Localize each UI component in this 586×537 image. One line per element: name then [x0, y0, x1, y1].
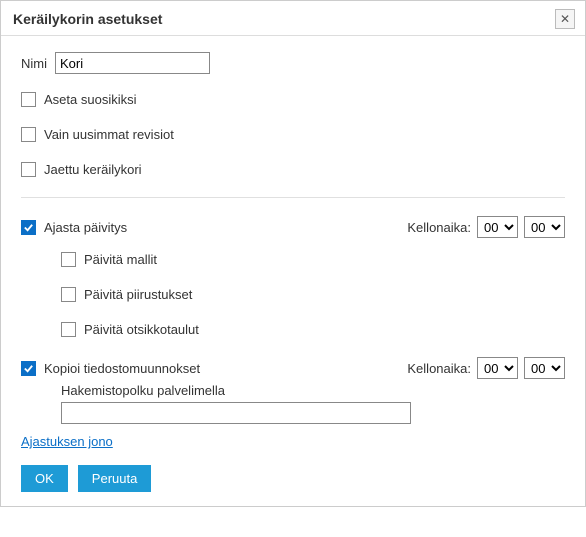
update-titleblocks-row: Päivitä otsikkotaulut [21, 322, 565, 337]
latest-revisions-row: Vain uusimmat revisiot [21, 127, 565, 142]
copy-conversions-time: Kellonaika: 00 00 [407, 357, 565, 379]
check-icon [23, 222, 34, 233]
button-row: OK Peruuta [21, 465, 565, 492]
settings-dialog: Keräilykorin asetukset ✕ Nimi Aseta suos… [0, 0, 586, 507]
schedule-update-row: Ajasta päivitys Kellonaika: 00 00 [21, 216, 565, 238]
update-templates-row: Päivitä mallit [21, 252, 565, 267]
divider [21, 197, 565, 198]
path-label-row: Hakemistopolku palvelimella [21, 383, 565, 398]
ok-button[interactable]: OK [21, 465, 68, 492]
schedule-update-time: Kellonaika: 00 00 [407, 216, 565, 238]
name-row: Nimi [21, 52, 565, 74]
titlebar: Keräilykorin asetukset ✕ [1, 1, 585, 36]
update-templates-label: Päivitä mallit [84, 252, 157, 267]
cancel-button[interactable]: Peruuta [78, 465, 152, 492]
dialog-content: Nimi Aseta suosikiksi Vain uusimmat revi… [1, 36, 585, 506]
update-drawings-checkbox[interactable] [61, 287, 76, 302]
dialog-title: Keräilykorin asetukset [13, 11, 162, 27]
queue-link-row: Ajastuksen jono [21, 434, 565, 449]
favorite-row: Aseta suosikiksi [21, 92, 565, 107]
schedule-hour-select[interactable]: 00 [477, 216, 518, 238]
update-titleblocks-checkbox[interactable] [61, 322, 76, 337]
time-label-1: Kellonaika: [407, 220, 471, 235]
time-label-2: Kellonaika: [407, 361, 471, 376]
schedule-minute-select[interactable]: 00 [524, 216, 565, 238]
favorite-checkbox[interactable] [21, 92, 36, 107]
update-drawings-row: Päivitä piirustukset [21, 287, 565, 302]
update-titleblocks-label: Päivitä otsikkotaulut [84, 322, 199, 337]
schedule-update-left: Ajasta päivitys [21, 220, 127, 235]
copy-conversions-row: Kopioi tiedostomuunnokset Kellonaika: 00… [21, 357, 565, 379]
favorite-label: Aseta suosikiksi [44, 92, 136, 107]
name-input[interactable] [55, 52, 210, 74]
shared-checkbox[interactable] [21, 162, 36, 177]
shared-label: Jaettu keräilykori [44, 162, 142, 177]
path-input-row [21, 402, 565, 424]
close-button[interactable]: ✕ [555, 9, 575, 29]
copy-conversions-checkbox[interactable] [21, 361, 36, 376]
schedule-update-checkbox[interactable] [21, 220, 36, 235]
copy-hour-select[interactable]: 00 [477, 357, 518, 379]
path-input[interactable] [61, 402, 411, 424]
name-label: Nimi [21, 56, 55, 71]
shared-row: Jaettu keräilykori [21, 162, 565, 177]
latest-revisions-label: Vain uusimmat revisiot [44, 127, 174, 142]
copy-minute-select[interactable]: 00 [524, 357, 565, 379]
copy-conversions-left: Kopioi tiedostomuunnokset [21, 361, 200, 376]
path-label: Hakemistopolku palvelimella [61, 383, 225, 398]
latest-revisions-checkbox[interactable] [21, 127, 36, 142]
schedule-update-label: Ajasta päivitys [44, 220, 127, 235]
check-icon [23, 363, 34, 374]
copy-conversions-label: Kopioi tiedostomuunnokset [44, 361, 200, 376]
update-templates-checkbox[interactable] [61, 252, 76, 267]
close-icon: ✕ [560, 12, 570, 26]
queue-link[interactable]: Ajastuksen jono [21, 434, 113, 449]
update-drawings-label: Päivitä piirustukset [84, 287, 192, 302]
